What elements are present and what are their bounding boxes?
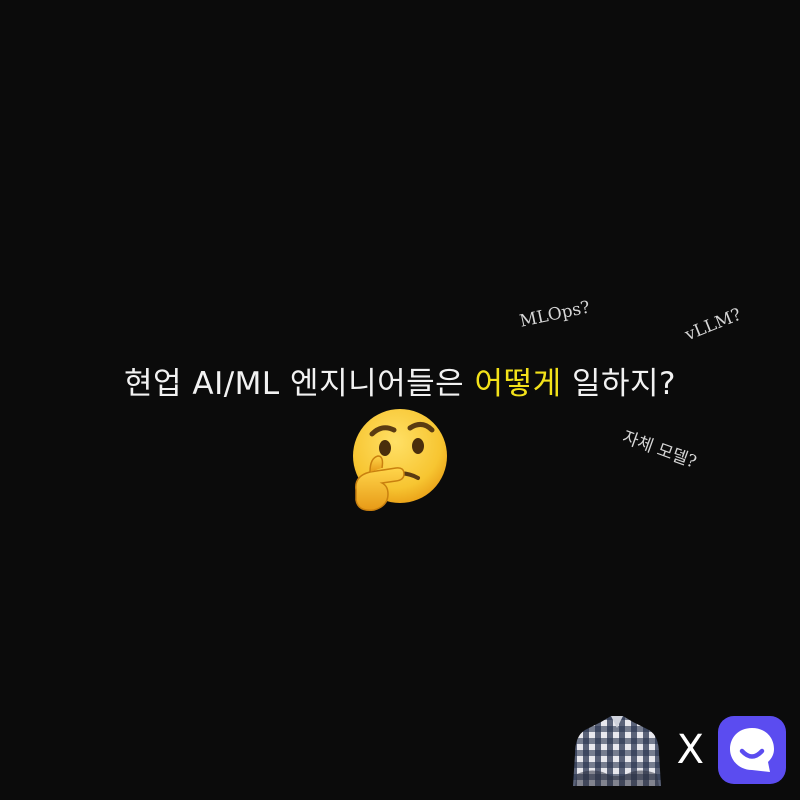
person-plaid-shirt-icon	[571, 714, 663, 786]
headline: 현업 AI/ML 엔지니어들은 어떻게 일하지?	[0, 358, 800, 403]
headline-suffix: 일하지?	[561, 366, 676, 402]
tag-mlops: MLOps?	[517, 297, 592, 332]
chat-bubble-logo-icon	[718, 716, 786, 784]
banner-canvas: 현업 AI/ML 엔지니어들은 어떻게 일하지? MLOps? vLLM? 자체…	[0, 0, 800, 800]
collab-cross: X	[676, 727, 704, 773]
headline-highlight: 어떻게	[474, 366, 562, 402]
footer-collab: X	[571, 714, 786, 786]
thinking-face-icon	[348, 406, 452, 516]
headline-prefix: 현업 AI/ML 엔지니어들은	[124, 366, 475, 402]
tag-own-model: 자체 모델?	[619, 427, 699, 473]
tag-vllm: vLLM?	[682, 304, 745, 346]
